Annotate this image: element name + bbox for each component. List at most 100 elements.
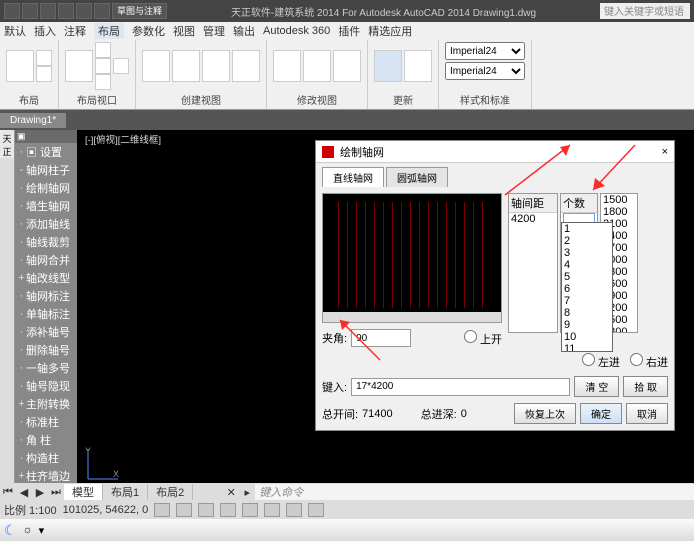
cancel-button[interactable]: 取消 xyxy=(626,403,668,424)
sun-icon[interactable]: ☼ xyxy=(23,524,33,536)
model-tab[interactable]: 模型 xyxy=(64,484,103,500)
ok-button[interactable]: 确定 xyxy=(580,403,622,424)
tree-item[interactable]: ·删除轴号 xyxy=(15,341,77,359)
qat-save-icon[interactable] xyxy=(58,3,74,19)
count-list[interactable]: 个数 123456789101112131415161718 xyxy=(560,193,598,333)
style-select-1[interactable]: Imperial24 xyxy=(445,42,525,60)
tree-item[interactable]: ·轴号隐现 xyxy=(15,377,77,395)
dropdown-option[interactable]: 6 xyxy=(562,283,612,295)
zuojin-radio[interactable]: 左进 xyxy=(582,353,620,370)
edit-view-icon[interactable] xyxy=(273,50,301,82)
edit-components-icon[interactable] xyxy=(303,50,331,82)
ribbon-tab[interactable]: 管理 xyxy=(203,23,225,39)
youjin-radio[interactable]: 右进 xyxy=(630,353,668,370)
viewport-poly-icon[interactable] xyxy=(95,42,111,58)
scale-label[interactable]: 比例 1:100 xyxy=(4,502,57,518)
auto-update-icon[interactable] xyxy=(374,50,402,82)
viewport-object-icon[interactable] xyxy=(95,58,111,74)
tree-item[interactable]: ·添加轴线 xyxy=(15,215,77,233)
ribbon-tab[interactable]: 精选应用 xyxy=(368,23,412,39)
ribbon-tab[interactable]: 输出 xyxy=(233,23,255,39)
tree-item[interactable]: ·轴线裁剪 xyxy=(15,233,77,251)
grid-mode-icon[interactable] xyxy=(176,503,192,517)
polar-mode-icon[interactable] xyxy=(220,503,236,517)
style-select-2[interactable]: Imperial24 xyxy=(445,62,525,80)
tab-scroll-last-icon[interactable]: ⏭ xyxy=(48,485,64,499)
moon-icon[interactable]: ☾ xyxy=(4,522,17,539)
layout-tab[interactable]: 布局2 xyxy=(148,484,193,500)
qat-open-icon[interactable] xyxy=(40,3,56,19)
new-layout-icon[interactable] xyxy=(6,50,34,82)
tree-item[interactable]: +轴改线型 xyxy=(15,269,77,287)
clear-button[interactable]: 清 空 xyxy=(574,376,619,397)
tab-arc-grid[interactable]: 圆弧轴网 xyxy=(386,167,448,187)
osnap-mode-icon[interactable] xyxy=(242,503,258,517)
dyn-mode-icon[interactable] xyxy=(286,503,302,517)
tianzheng-toolbar[interactable]: 天正 xyxy=(0,130,15,490)
tree-item[interactable]: ·轴网合并 xyxy=(15,251,77,269)
tianzheng-palette[interactable]: ▣ ·▣ 设置-轴网柱子·绘制轴网·墙生轴网·添加轴线·轴线裁剪·轴网合并+轴改… xyxy=(15,130,77,490)
otrack-mode-icon[interactable] xyxy=(264,503,280,517)
keyin-input[interactable] xyxy=(351,378,570,396)
document-tab[interactable]: Drawing1* xyxy=(0,113,66,128)
dropdown-option[interactable]: 2 xyxy=(562,235,612,247)
viewport-clip-icon[interactable] xyxy=(95,74,111,90)
qat-undo-icon[interactable] xyxy=(76,3,92,19)
help-search[interactable]: 键入关键字或短语 xyxy=(600,3,690,19)
page-setup-icon[interactable] xyxy=(36,50,52,66)
detail-view-icon[interactable] xyxy=(232,50,260,82)
symbol-sketch-icon[interactable] xyxy=(333,50,361,82)
snap-mode-icon[interactable] xyxy=(154,503,170,517)
preview-scrollbar[interactable] xyxy=(323,312,501,322)
dropdown-option[interactable]: 5 xyxy=(562,271,612,283)
pick-button[interactable]: 拾 取 xyxy=(623,376,668,397)
viewport-lock-icon[interactable] xyxy=(113,58,129,74)
size-option[interactable]: 1500 xyxy=(601,194,637,206)
ribbon-tab[interactable]: 注释 xyxy=(64,23,86,39)
tree-item[interactable]: ·构造柱 xyxy=(15,449,77,467)
qat-workspace-dropdown[interactable]: 草图与注释 xyxy=(112,3,167,19)
tree-item[interactable]: ·标准柱 xyxy=(15,413,77,431)
cmd-chevron-icon[interactable]: ▸ xyxy=(239,485,255,499)
tree-item[interactable]: ·轴网标注 xyxy=(15,287,77,305)
dropdown-option[interactable]: 11 xyxy=(562,343,612,352)
projected-view-icon[interactable] xyxy=(172,50,200,82)
tree-item[interactable]: ·添补轴号 xyxy=(15,323,77,341)
tab-straight-grid[interactable]: 直线轴网 xyxy=(322,167,384,187)
tree-item[interactable]: -轴网柱子 xyxy=(15,161,77,179)
tree-item[interactable]: ·角 柱 xyxy=(15,431,77,449)
axis-distance-list[interactable]: 轴间距 4200 xyxy=(508,193,558,333)
viewport-label[interactable]: [-][俯视][二维线框] xyxy=(85,132,161,146)
app-menu-icon[interactable] xyxy=(4,3,20,19)
rect-icon[interactable] xyxy=(36,66,52,82)
dropdown-option[interactable]: 8 xyxy=(562,307,612,319)
tree-item[interactable]: ·单轴标注 xyxy=(15,305,77,323)
qat-redo-icon[interactable] xyxy=(94,3,110,19)
close-icon[interactable]: × xyxy=(662,146,668,158)
ribbon-tab[interactable]: 参数化 xyxy=(132,23,165,39)
dropdown-option[interactable]: 3 xyxy=(562,247,612,259)
dropdown-option[interactable]: 1 xyxy=(562,223,612,235)
angle-input[interactable] xyxy=(351,329,411,347)
ribbon-tab[interactable]: 默认 xyxy=(4,23,26,39)
dropdown-option[interactable]: 4 xyxy=(562,259,612,271)
ribbon-tab[interactable]: 插件 xyxy=(338,23,360,39)
qat-new-icon[interactable] xyxy=(22,3,38,19)
ribbon-tab[interactable]: 视图 xyxy=(173,23,195,39)
lwt-mode-icon[interactable] xyxy=(308,503,324,517)
shangkai-radio[interactable]: 上开 xyxy=(464,330,502,347)
ribbon-tab[interactable]: Autodesk 360 xyxy=(263,25,330,37)
chevron-down-icon[interactable]: ▾ xyxy=(39,524,45,537)
tab-scroll-first-icon[interactable]: ⏮ xyxy=(0,485,16,499)
dropdown-option[interactable]: 10 xyxy=(562,331,612,343)
tree-item[interactable]: ·一轴多号 xyxy=(15,359,77,377)
tab-scroll-prev-icon[interactable]: ◀ xyxy=(16,485,32,499)
section-view-icon[interactable] xyxy=(202,50,230,82)
restore-button[interactable]: 恢复上次 xyxy=(514,403,576,424)
count-dropdown[interactable]: 123456789101112131415161718 xyxy=(561,222,613,352)
viewport-rect-icon[interactable] xyxy=(65,50,93,82)
tree-item[interactable]: ·绘制轴网 xyxy=(15,179,77,197)
command-line[interactable]: 键入命令 xyxy=(255,484,694,500)
update-view-icon[interactable] xyxy=(404,50,432,82)
tree-item[interactable]: +主附转换 xyxy=(15,395,77,413)
